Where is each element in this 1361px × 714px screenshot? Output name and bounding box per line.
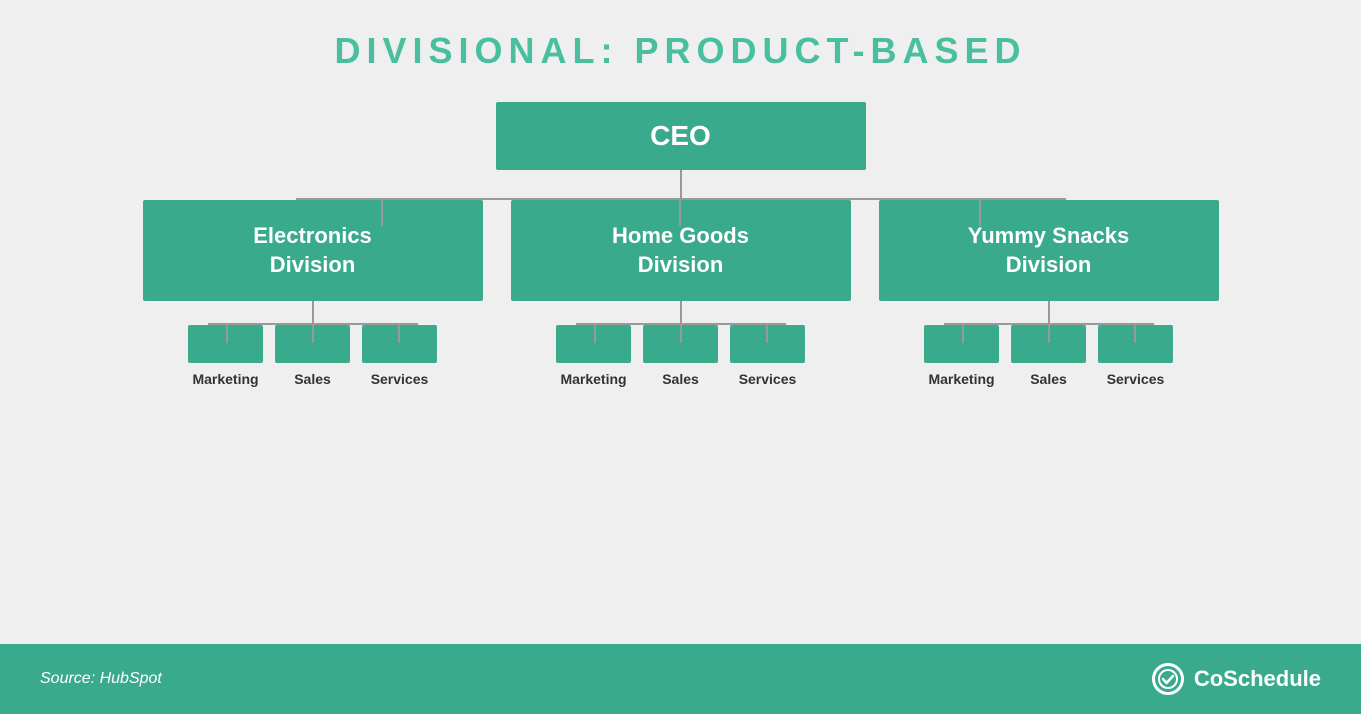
elec-hbar <box>208 323 418 325</box>
homegoods-node: Home Goods Division <box>511 200 851 301</box>
elec-marketing-label: Marketing <box>192 371 258 387</box>
division-electronics: Electronics Division Marketing <box>143 200 483 387</box>
hg-services-node <box>730 325 805 363</box>
org-chart: CEO Electronics Division <box>40 102 1321 387</box>
ys-services-node <box>1098 325 1173 363</box>
ys-services-label: Services <box>1107 371 1165 387</box>
hg-vline <box>680 301 682 323</box>
ys-marketing-label: Marketing <box>928 371 994 387</box>
top-horizontal-bar <box>296 198 1066 200</box>
footer-logo-text: CoSchedule <box>1194 666 1321 692</box>
footer: Source: HubSpot CoSchedule <box>0 644 1361 714</box>
hg-tick1 <box>594 323 596 343</box>
ceo-node: CEO <box>496 102 866 170</box>
elec-tick1 <box>226 323 228 343</box>
ys-tick3 <box>1134 323 1136 343</box>
ceo-vertical-line <box>680 170 682 198</box>
coschedule-icon <box>1152 663 1184 695</box>
ys-hbar <box>944 323 1154 325</box>
elec-services-node <box>362 325 437 363</box>
footer-logo: CoSchedule <box>1152 663 1321 695</box>
electronics-node: Electronics Division <box>143 200 483 301</box>
hg-sales-label: Sales <box>662 371 699 387</box>
elec-services-label: Services <box>371 371 429 387</box>
ys-tick1 <box>962 323 964 343</box>
elec-sales-label: Sales <box>294 371 331 387</box>
ys-vline <box>1048 301 1050 323</box>
elec-tick3 <box>398 323 400 343</box>
ys-sales-label: Sales <box>1030 371 1067 387</box>
yummysnacks-node: Yummy Snacks Division <box>879 200 1219 301</box>
elec-vline <box>312 301 314 323</box>
footer-source: Source: HubSpot <box>40 670 162 688</box>
hg-services-label: Services <box>739 371 797 387</box>
hg-marketing-label: Marketing <box>560 371 626 387</box>
center-tick <box>679 198 681 226</box>
division-yummysnacks: Yummy Snacks Division Marketing Sales <box>879 200 1219 387</box>
division-homegoods: Home Goods Division Marketing Sales <box>511 200 851 387</box>
hg-tick3 <box>766 323 768 343</box>
page-title: DIVISIONAL: PRODUCT-BASED <box>334 30 1026 72</box>
ys-tick2 <box>1048 323 1050 343</box>
right-tick <box>979 198 981 226</box>
hg-services: Services <box>730 325 805 387</box>
elec-tick2 <box>312 323 314 343</box>
ys-services: Services <box>1098 325 1173 387</box>
elec-services: Services <box>362 325 437 387</box>
left-tick <box>381 198 383 226</box>
hg-tick2 <box>680 323 682 343</box>
checkmark-icon <box>1158 669 1178 689</box>
divisions-row: Electronics Division Marketing <box>143 200 1219 387</box>
hg-hbar <box>576 323 786 325</box>
main-content: DIVISIONAL: PRODUCT-BASED CEO Electronic… <box>0 0 1361 644</box>
